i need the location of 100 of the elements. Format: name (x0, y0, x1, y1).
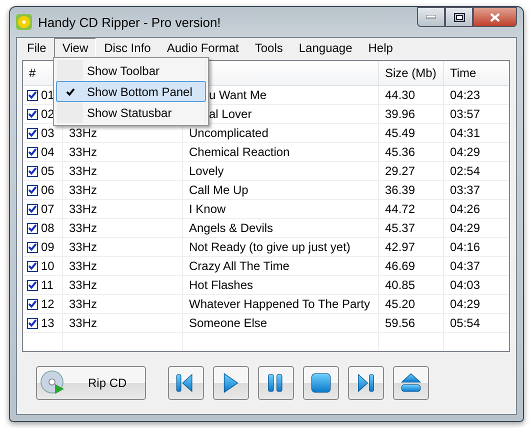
cd-icon (40, 370, 66, 396)
table-cell: 46.69 (385, 259, 416, 273)
menu-item[interactable]: Language (290, 38, 360, 58)
table-cell: 40.85 (385, 278, 416, 292)
table-cell: 03:37 (450, 183, 480, 197)
cd-app-icon (16, 14, 32, 30)
table-cell: 04:03 (450, 278, 480, 292)
table-cell: 45.49 (385, 126, 416, 140)
table-cell: 03 (41, 126, 54, 140)
table-cell: 01 (41, 88, 54, 102)
table-cell: 04:26 (450, 202, 480, 216)
table-cell: Whatever Happened To The Party (189, 297, 370, 311)
minimize-button[interactable] (417, 7, 445, 27)
menu-item[interactable]: Disc Info (96, 38, 159, 58)
maximize-button[interactable] (445, 7, 473, 27)
table-cell: 44.30 (385, 88, 416, 102)
next-icon (355, 372, 377, 394)
menu-item[interactable]: Tools (246, 38, 291, 58)
table-cell: 45.20 (385, 297, 416, 311)
table-cell: Hot Flashes (189, 278, 254, 292)
table-cell: Angels & Devils (189, 221, 274, 235)
pause-button[interactable] (258, 366, 294, 400)
checkbox[interactable] (27, 204, 38, 214)
menu-item[interactable]: Audio Format (158, 38, 247, 58)
column-header[interactable]: # (29, 66, 36, 80)
table-cell: 42.97 (385, 240, 416, 254)
table-cell: 04:29 (450, 221, 480, 235)
menu-option[interactable]: Show Toolbar (56, 60, 206, 81)
table-cell: I Know (189, 202, 226, 216)
table-cell: Not Ready (to give up just yet) (189, 240, 350, 254)
table-cell: u Want Me (209, 88, 267, 102)
table-cell: 11 (41, 278, 54, 292)
previous-button[interactable] (168, 366, 204, 400)
checkbox[interactable] (27, 242, 38, 252)
close-button[interactable] (473, 7, 517, 27)
checkbox[interactable] (27, 222, 38, 234)
minimize-icon (426, 15, 436, 19)
checkbox[interactable] (27, 260, 38, 272)
checkbox[interactable] (27, 280, 38, 290)
checkbox[interactable] (27, 128, 38, 138)
rip-cd-button[interactable]: Rip CD (36, 366, 146, 400)
table-cell: 33Hz (69, 164, 98, 178)
table-cell: Someone Else (189, 316, 268, 330)
table-cell: 36.39 (385, 183, 416, 197)
eject-icon (400, 372, 422, 394)
menu-item[interactable]: File (19, 38, 54, 58)
table-cell: 33Hz (69, 202, 98, 216)
checkbox[interactable] (27, 318, 38, 328)
table-cell: 12 (41, 297, 54, 311)
table-cell: 04:31 (450, 126, 480, 140)
window-title: Handy CD Ripper - Pro version! (38, 14, 222, 30)
table-cell: 33Hz (69, 278, 98, 292)
checkbox[interactable] (27, 108, 38, 120)
table-cell: Chemical Reaction (189, 145, 290, 159)
table-cell: 33Hz (69, 126, 98, 140)
table-cell: 02:54 (450, 164, 480, 178)
table-cell: 59.56 (385, 316, 416, 330)
table-cell: 33Hz (69, 183, 98, 197)
table-cell: 04:23 (450, 88, 480, 102)
menu-option[interactable]: Show Statusbar (56, 102, 206, 123)
table-cell: 45.36 (385, 145, 416, 159)
table-cell: 09 (41, 240, 54, 254)
table-cell: 04:37 (450, 259, 480, 273)
table-cell: 45.37 (385, 221, 416, 235)
table-cell: 44.72 (385, 202, 416, 216)
stop-icon (310, 372, 332, 394)
play-button[interactable] (213, 366, 249, 400)
table-cell: Lovely (189, 164, 224, 178)
table-cell: 06 (41, 183, 54, 197)
table-cell: 04 (41, 145, 54, 159)
eject-button[interactable] (393, 366, 429, 400)
checkbox[interactable] (27, 90, 38, 100)
table-cell: 04:16 (450, 240, 480, 254)
table-cell: Crazy All The Time (189, 259, 290, 273)
table-cell: 33Hz (69, 316, 98, 330)
table-cell: 05:54 (450, 316, 480, 330)
table-cell: 08 (41, 221, 54, 235)
menu-item[interactable]: Help (360, 38, 401, 58)
stop-button[interactable] (303, 366, 339, 400)
column-header[interactable]: Size (Mb) (385, 66, 436, 80)
table-cell: Uncomplicated (189, 126, 268, 140)
maximize-icon (454, 12, 464, 22)
checkbox[interactable] (27, 298, 38, 310)
table-cell: 07 (41, 202, 54, 216)
table-cell: al Lover (209, 107, 252, 121)
table-cell: 33Hz (69, 259, 98, 273)
table-cell: 04:29 (450, 145, 480, 159)
next-button[interactable] (348, 366, 384, 400)
table-cell: 10 (41, 259, 54, 273)
checkbox[interactable] (27, 166, 38, 176)
table-cell: 03:57 (450, 107, 480, 121)
checkbox[interactable] (27, 146, 38, 158)
table-cell: 39.96 (385, 107, 416, 121)
checkbox[interactable] (27, 184, 38, 196)
menu-option[interactable]: Show Bottom Panel (56, 81, 206, 102)
table-cell: 13 (41, 316, 54, 330)
column-header[interactable]: Time (450, 66, 476, 80)
table-cell: 33Hz (69, 240, 98, 254)
table-cell: 33Hz (69, 297, 98, 311)
table-cell: 02 (41, 107, 54, 121)
